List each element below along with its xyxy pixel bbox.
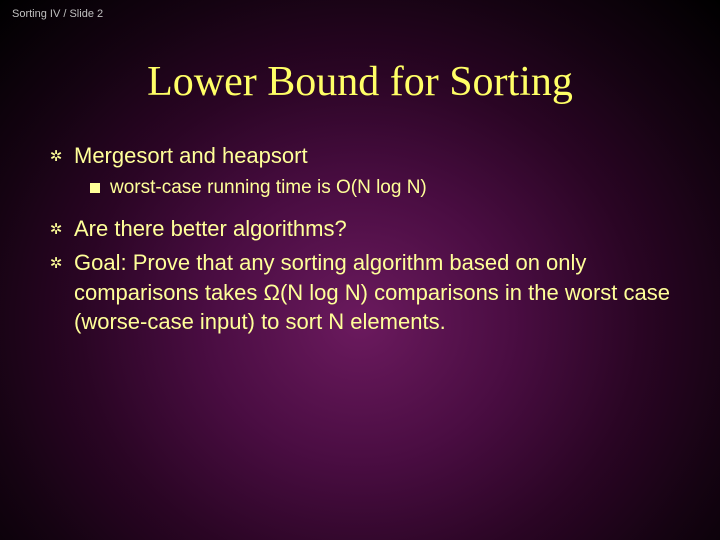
slide-header: Sorting IV / Slide 2 <box>0 0 720 28</box>
sub-bullet-item: worst-case running time is O(N log N) <box>90 175 670 201</box>
square-bullet-icon <box>90 183 100 193</box>
star-bullet-icon: ✲ <box>50 216 68 243</box>
bullet-text: Goal: Prove that any sorting algorithm b… <box>74 248 670 337</box>
star-bullet-icon: ✲ <box>50 143 68 170</box>
bullet-item: ✲ Are there better algorithms? <box>50 214 670 244</box>
slide-content: ✲ Mergesort and heapsort worst-case runn… <box>0 141 720 337</box>
sub-bullet-text: worst-case running time is O(N log N) <box>110 175 670 201</box>
star-bullet-icon: ✲ <box>50 250 68 277</box>
header-text: Sorting IV / Slide 2 <box>12 8 103 20</box>
slide-title: Lower Bound for Sorting <box>0 58 720 106</box>
bullet-text: Are there better algorithms? <box>74 214 670 244</box>
bullet-item: ✲ Mergesort and heapsort <box>50 141 670 171</box>
bullet-text: Mergesort and heapsort <box>74 141 670 171</box>
bullet-item: ✲ Goal: Prove that any sorting algorithm… <box>50 248 670 337</box>
